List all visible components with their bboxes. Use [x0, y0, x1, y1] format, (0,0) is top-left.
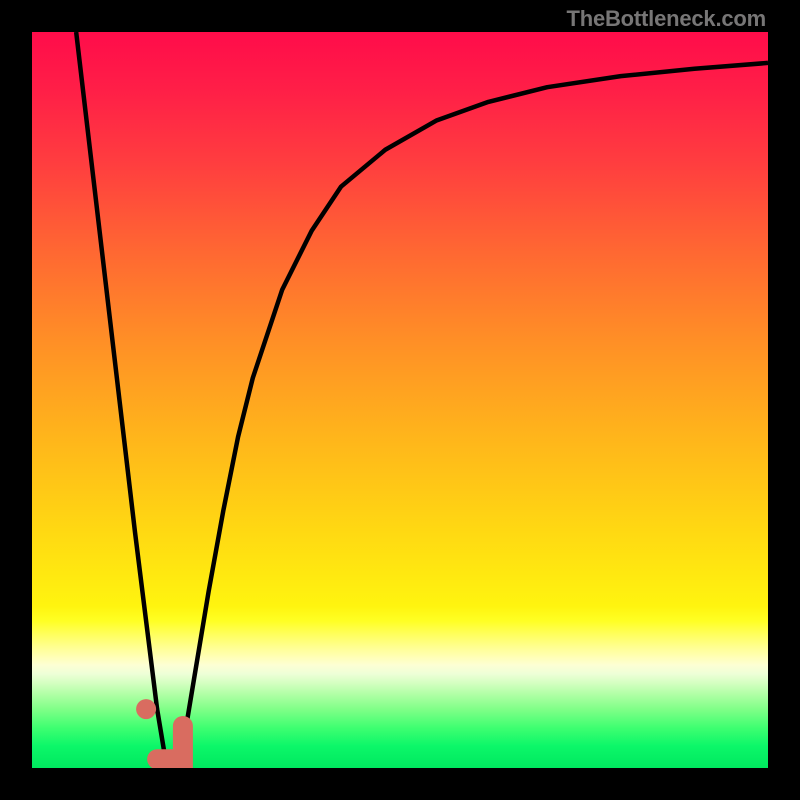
plot-svg [32, 32, 768, 768]
watermark-text: TheBottleneck.com [566, 6, 766, 32]
plot-area [32, 32, 768, 768]
chart-frame: TheBottleneck.com [0, 0, 800, 800]
current-config-marker [136, 699, 156, 719]
